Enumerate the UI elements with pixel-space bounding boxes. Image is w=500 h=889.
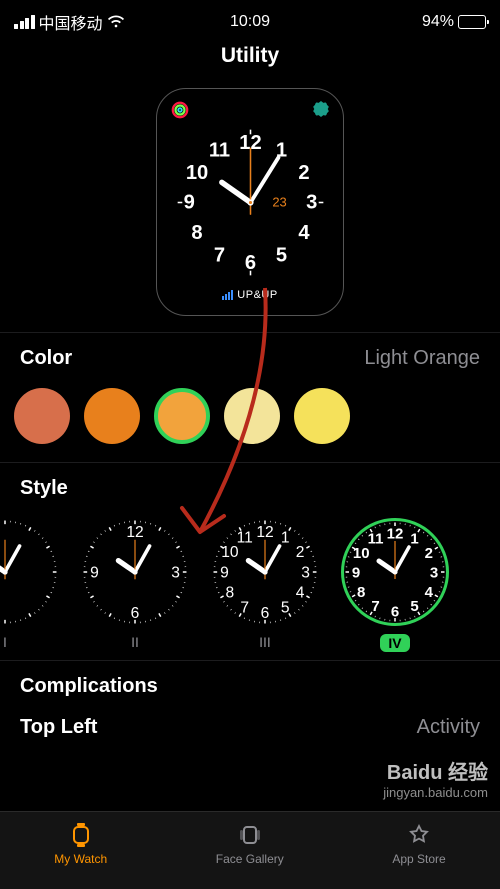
color-swatch[interactable] [14, 388, 70, 444]
color-swatch[interactable] [224, 388, 280, 444]
svg-text:10: 10 [221, 544, 239, 561]
svg-text:1: 1 [281, 529, 290, 546]
wifi-icon [107, 15, 125, 29]
svg-text:7: 7 [371, 598, 379, 615]
complications-label: Complications [20, 675, 158, 698]
now-playing-icon [222, 290, 233, 300]
svg-text:11: 11 [237, 529, 253, 546]
svg-text:3: 3 [430, 564, 438, 581]
color-value: Light Orange [364, 347, 480, 370]
bottom-complication: UP&UP [222, 289, 277, 301]
clock-face-large: 12 1 2 3 4 5 6 7 8 9 10 11 [173, 125, 328, 280]
svg-text:4: 4 [298, 221, 310, 243]
style-section-header: Style [0, 462, 500, 514]
breathe-icon [313, 101, 329, 117]
watch-icon [68, 822, 94, 848]
page-title: Utility [0, 38, 500, 80]
tab-label: Face Gallery [216, 852, 284, 866]
color-section-header[interactable]: Color Light Orange [0, 332, 500, 384]
carrier-label: 中国移动 [39, 10, 103, 34]
svg-text:3: 3 [301, 564, 310, 581]
svg-text:6: 6 [131, 605, 140, 622]
battery-pct-label: 94% [422, 13, 454, 31]
svg-text:9: 9 [220, 564, 229, 581]
signal-icon [14, 15, 35, 29]
date-complication: 23 [272, 195, 286, 210]
tab-bar: My Watch Face Gallery App Store [0, 811, 500, 889]
app-store-icon [406, 822, 432, 848]
svg-text:1: 1 [410, 530, 418, 547]
svg-text:7: 7 [213, 244, 224, 266]
svg-text:12: 12 [256, 524, 273, 541]
svg-text:6: 6 [261, 605, 270, 622]
tab-label: My Watch [54, 852, 107, 866]
style-option[interactable]: 12 12 3 45678 9 1011 III [200, 518, 330, 652]
style-label: Style [20, 477, 68, 500]
watermark: Baidu 经验 jingyan.baidu.com [383, 761, 488, 801]
svg-text:5: 5 [410, 598, 418, 615]
svg-text:7: 7 [240, 600, 249, 617]
svg-text:2: 2 [425, 545, 433, 562]
style-label: I [0, 634, 17, 650]
svg-text:11: 11 [208, 139, 229, 161]
clock-label: 10:09 [230, 13, 270, 31]
color-label: Color [20, 347, 72, 370]
tab-app-store[interactable]: App Store [392, 822, 445, 866]
svg-text:3: 3 [306, 191, 317, 213]
style-option[interactable]: I [0, 518, 70, 652]
color-swatch[interactable] [154, 388, 210, 444]
svg-text:3: 3 [171, 564, 180, 581]
svg-text:5: 5 [281, 600, 290, 617]
svg-text:2: 2 [298, 162, 309, 184]
style-option[interactable]: 12 3 6 9 II [70, 518, 200, 652]
color-swatch[interactable] [84, 388, 140, 444]
svg-text:4: 4 [296, 585, 305, 602]
watch-face-preview: 12 1 2 3 4 5 6 7 8 9 10 11 23 [0, 80, 500, 332]
style-label: III [253, 634, 277, 650]
top-left-complication-row[interactable]: Top Left Activity [0, 712, 500, 753]
tab-my-watch[interactable]: My Watch [54, 822, 107, 866]
svg-text:9: 9 [90, 564, 99, 581]
svg-text:2: 2 [296, 544, 305, 561]
color-swatch-strip[interactable] [0, 384, 500, 462]
style-option[interactable]: 121234567891011 IV [330, 518, 460, 652]
svg-text:8: 8 [191, 221, 202, 243]
top-left-value: Activity [417, 716, 480, 739]
svg-text:12: 12 [126, 524, 143, 541]
svg-text:10: 10 [185, 162, 207, 184]
style-label: II [123, 634, 147, 650]
svg-text:12: 12 [387, 525, 404, 542]
svg-text:4: 4 [425, 584, 434, 601]
svg-text:8: 8 [357, 584, 365, 601]
gallery-icon [237, 822, 263, 848]
svg-text:11: 11 [368, 530, 384, 547]
style-option-strip[interactable]: I 12369 II 121234567891011 III 121234567… [0, 514, 500, 660]
style-label: IV [380, 634, 409, 652]
svg-text:9: 9 [352, 564, 360, 581]
tab-label: App Store [392, 852, 445, 866]
svg-text:5: 5 [275, 244, 286, 266]
battery-icon [458, 15, 486, 29]
activity-rings-icon [171, 101, 189, 119]
svg-text:6: 6 [391, 603, 399, 620]
top-left-label: Top Left [20, 716, 97, 739]
complications-section-header: Complications [0, 660, 500, 712]
svg-text:9: 9 [183, 191, 194, 213]
svg-text:8: 8 [226, 585, 235, 602]
status-bar: 中国移动 10:09 94% [0, 0, 500, 38]
color-swatch[interactable] [294, 388, 350, 444]
tab-face-gallery[interactable]: Face Gallery [216, 822, 284, 866]
